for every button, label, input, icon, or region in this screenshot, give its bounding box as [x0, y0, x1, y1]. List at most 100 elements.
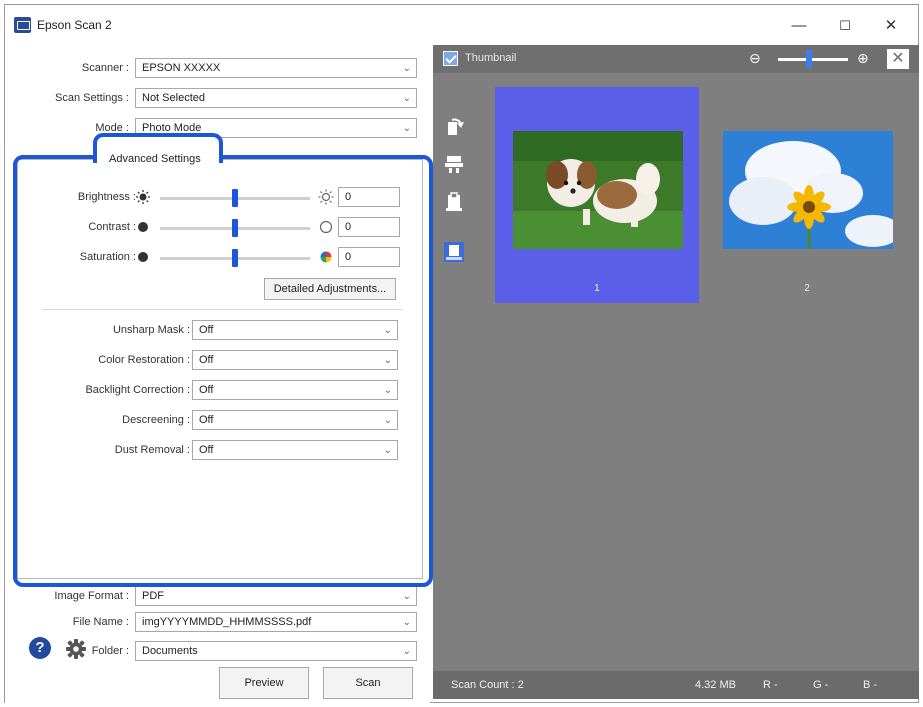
saturation-low-icon — [138, 252, 148, 262]
file-name-select[interactable]: imgYYYYMMDD_HHMMSSSS.pdf ⌄ — [135, 612, 417, 632]
descreening-row: Descreening : Off ⌄ — [18, 410, 424, 432]
brightness-row: Brightness : 0 — [18, 186, 424, 210]
scanner-row: Scanner : — [5, 58, 129, 80]
contrast-high-icon — [319, 220, 333, 234]
image-format-label: Image Format : — [54, 590, 129, 602]
dust-removal-label: Dust Removal : — [114, 444, 190, 456]
contrast-slider-thumb[interactable] — [232, 219, 238, 237]
chevron-down-icon: ⌄ — [383, 415, 392, 426]
color-restoration-row: Color Restoration : Off ⌄ — [18, 350, 424, 372]
status-bar: Scan Count : 2 4.32 MB R - G - B - — [433, 671, 919, 699]
scan-settings-label: Scan Settings : — [55, 92, 129, 104]
descreening-select[interactable]: Off ⌄ — [192, 410, 398, 430]
unsharp-mask-row: Unsharp Mask : Off ⌄ — [18, 320, 424, 342]
brightness-slider-thumb[interactable] — [232, 189, 238, 207]
scan-button[interactable]: Scan — [323, 667, 413, 699]
thumbnail-1-number: 1 — [594, 283, 600, 294]
saturation-label: Saturation : — [79, 251, 136, 263]
epson-scan-window: Epson Scan 2 — ☐ ✕ Scanner : EPSON XXXXX… — [4, 4, 919, 704]
scanner-label: Scanner : — [81, 62, 129, 74]
window-title: Epson Scan 2 — [37, 18, 112, 32]
stamp-icon[interactable] — [443, 191, 465, 213]
brightness-low-icon — [136, 190, 150, 204]
file-size: 4.32 MB — [695, 679, 736, 691]
image-format-select[interactable]: PDF ⌄ — [135, 586, 417, 606]
zoom-slider-thumb[interactable] — [806, 50, 812, 68]
chevron-down-icon: ⌄ — [383, 385, 392, 396]
color-restoration-value: Off — [199, 354, 214, 366]
detailed-adjustments-button[interactable]: Detailed Adjustments... — [264, 278, 396, 300]
chevron-down-icon: ⌄ — [402, 123, 411, 134]
saturation-slider-thumb[interactable] — [232, 249, 238, 267]
color-restoration-label: Color Restoration : — [98, 354, 190, 366]
thumbnail-2[interactable]: 2 — [705, 87, 909, 303]
unsharp-mask-label: Unsharp Mask : — [112, 324, 190, 336]
unsharp-mask-select[interactable]: Off ⌄ — [192, 320, 398, 340]
scanner-select[interactable]: EPSON XXXXX ⌄ — [135, 58, 417, 78]
settings-panel: Scanner : EPSON XXXXX ⌄ Scan Settings : … — [5, 45, 433, 704]
rotate-icon[interactable] — [443, 115, 465, 137]
brightness-value[interactable]: 0 — [338, 187, 400, 207]
preview-button[interactable]: Preview — [219, 667, 309, 699]
dog-photo — [513, 131, 683, 249]
scan-settings-value: Not Selected — [142, 92, 205, 104]
chevron-down-icon: ⌄ — [402, 63, 411, 74]
backlight-correction-row: Backlight Correction : Off ⌄ — [18, 380, 424, 402]
saturation-high-icon — [320, 251, 332, 263]
maximize-button[interactable]: ☐ — [823, 13, 867, 39]
dust-removal-select[interactable]: Off ⌄ — [192, 440, 398, 460]
epson-app-icon — [14, 17, 31, 33]
file-name-value: imgYYYYMMDD_HHMMSSSS.pdf — [142, 616, 312, 628]
backlight-correction-select[interactable]: Off ⌄ — [192, 380, 398, 400]
file-name-label: File Name : — [72, 616, 129, 628]
scan-settings-row: Scan Settings : — [5, 88, 129, 110]
chevron-down-icon: ⌄ — [402, 93, 411, 104]
auto-exposure-icon[interactable] — [443, 241, 465, 263]
zoom-slider-track[interactable] — [778, 58, 848, 61]
green-value: G - — [813, 679, 829, 691]
tab-advanced-settings-label: Advanced Settings — [109, 153, 201, 165]
chevron-down-icon: ⌄ — [402, 591, 411, 602]
file-name-row: File Name : — [5, 612, 129, 634]
chevron-down-icon: ⌄ — [402, 646, 411, 657]
descreening-value: Off — [199, 414, 214, 426]
minimize-button[interactable]: — — [777, 13, 821, 39]
scan-settings-select[interactable]: Not Selected ⌄ — [135, 88, 417, 108]
close-preview-icon[interactable]: ✕ — [887, 49, 909, 69]
chevron-down-icon: ⌄ — [383, 325, 392, 336]
blue-value: B - — [863, 679, 878, 691]
descreening-label: Descreening : — [122, 414, 190, 426]
gear-icon[interactable] — [65, 638, 87, 660]
chevron-down-icon: ⌄ — [402, 617, 411, 628]
image-format-row: Image Format : — [5, 586, 129, 608]
zoom-in-icon[interactable]: ⊕ — [857, 50, 869, 67]
title-bar: Epson Scan 2 — ☐ ✕ — [5, 5, 918, 45]
close-button[interactable]: ✕ — [869, 13, 913, 39]
folder-label: Folder : — [91, 645, 129, 657]
backlight-correction-label: Backlight Correction : — [85, 384, 190, 396]
zoom-out-icon[interactable]: ⊖ — [749, 50, 761, 67]
preview-toolbar: Thumbnail ⊖ ⊕ ✕ — [433, 45, 919, 73]
chevron-down-icon: ⌄ — [383, 355, 392, 366]
image-format-value: PDF — [142, 590, 164, 602]
color-restoration-select[interactable]: Off ⌄ — [192, 350, 398, 370]
thumbnail-1[interactable]: 1 — [495, 87, 699, 303]
thumbnail-2-number: 2 — [804, 283, 810, 294]
scan-count: Scan Count : 2 — [451, 679, 524, 691]
chevron-down-icon: ⌄ — [383, 445, 392, 456]
scanner-value: EPSON XXXXX — [142, 62, 221, 74]
folder-value: Documents — [142, 645, 198, 657]
thumbnail-checkbox[interactable] — [443, 51, 458, 66]
saturation-row: Saturation : 0 — [18, 246, 424, 270]
dust-removal-row: Dust Removal : Off ⌄ — [18, 440, 424, 462]
saturation-value[interactable]: 0 — [338, 247, 400, 267]
red-value: R - — [763, 679, 778, 691]
folder-select[interactable]: Documents ⌄ — [135, 641, 417, 661]
auto-rotate-icon[interactable] — [443, 153, 465, 175]
help-icon[interactable]: ? — [29, 637, 51, 659]
thumbnail-label: Thumbnail — [465, 52, 517, 64]
unsharp-mask-value: Off — [199, 324, 214, 336]
contrast-value[interactable]: 0 — [338, 217, 400, 237]
flower-photo — [723, 131, 893, 249]
brightness-label: Brightness : — [77, 191, 136, 203]
